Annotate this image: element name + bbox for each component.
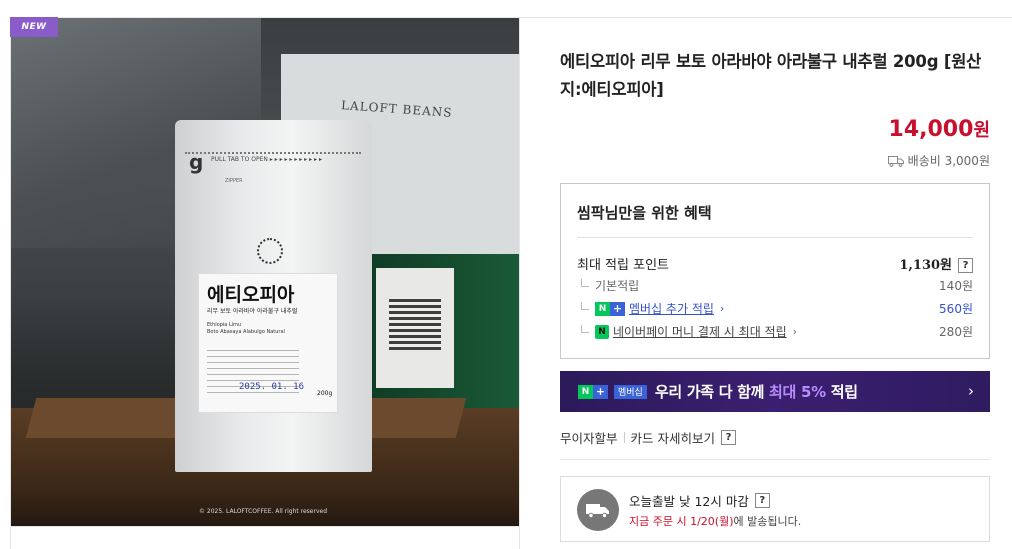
top-divider xyxy=(520,17,1012,18)
truck-icon xyxy=(887,155,904,167)
naver-n-icon: N xyxy=(595,301,610,316)
delivery-deadline-text: 오늘출발 낮 12시 마감 xyxy=(629,494,749,509)
points-label: 기본적립 xyxy=(595,279,640,293)
delivery-truck-icon xyxy=(577,489,619,531)
divider xyxy=(623,432,625,443)
points-row-npay[interactable]: N 네이버페이 머니 결제 시 최대 적립 › 280원 xyxy=(577,323,973,340)
help-button[interactable]: ? xyxy=(754,493,770,508)
naver-plus-membership-icon: N + xyxy=(578,384,608,399)
banner-text: 우리 가족 다 함께 최대 5% 적립 xyxy=(655,381,858,402)
help-button[interactable]: ? xyxy=(958,258,973,273)
label-en-line: Ethiopia Limu xyxy=(207,322,242,328)
sign-text: LALOFT BEANS xyxy=(340,98,453,120)
points-value: 140원 xyxy=(939,279,973,293)
delivery-box: 오늘출발 낮 12시 마감 ? 지금 주문 시 1/20(월)에 발송됩니다. xyxy=(560,476,990,542)
bag-zipper-text: ZIPPER xyxy=(225,178,243,184)
card-details-link[interactable]: 카드 자세히보기 xyxy=(631,428,715,447)
points-row-membership[interactable]: N + 멤버십 추가 적립 › 560원 xyxy=(577,300,973,317)
points-value: 280원 xyxy=(939,325,973,339)
bag-valve-icon xyxy=(257,238,283,264)
membership-link[interactable]: 멤버십 추가 적립 xyxy=(629,300,714,317)
qr-code-icon xyxy=(389,298,441,350)
photo-copyright: © 2025. LALOFTCOFFEE. All right reserved xyxy=(199,508,328,515)
product-image-panel: LALOFT BEANS g PULL TAB TO OPEN ▸ ▸ ▸ ▸ … xyxy=(10,17,520,549)
shipping-fee: 배송비 3,000원 xyxy=(560,152,990,169)
product-title: 에티오피아 리무 보토 아라바야 아라불구 내추럴 200g [원산지:에티오피… xyxy=(560,52,982,99)
divider xyxy=(560,459,990,460)
benefit-box: 씸팍님만을 위한 혜택 최대 적립 포인트 1,130원? 기본적립 140원 … xyxy=(560,183,990,359)
shipping-text: 배송비 3,000원 xyxy=(907,154,990,168)
max-points-label: 최대 적립 포인트 xyxy=(577,258,669,273)
installment-label: 무이자할부 xyxy=(560,431,618,446)
label-weight: 200g xyxy=(317,390,333,397)
banner-highlight: 최대 5% xyxy=(769,383,826,401)
price-row: 14,000원 xyxy=(560,116,990,142)
label-date: 2025. 01. 16 xyxy=(239,382,305,392)
membership-tag: 멤버십 xyxy=(614,384,647,399)
product-price: 14,000 xyxy=(888,117,974,142)
npay-link[interactable]: 네이버페이 머니 결제 시 최대 적립 xyxy=(613,323,787,340)
card-info-row: 무이자할부 카드 자세히보기 ? xyxy=(560,428,736,447)
delivery-deadline: 오늘출발 낮 12시 마감 ? xyxy=(629,491,770,510)
membership-banner[interactable]: N + 멤버십 우리 가족 다 함께 최대 5% 적립 › xyxy=(560,371,990,412)
delivery-date-text: 에 발송됩니다. xyxy=(733,515,802,528)
benefit-title: 씸팍님만을 위한 혜택 xyxy=(577,204,712,222)
bag-pull-text: PULL TAB TO OPEN ▸ ▸ ▸ ▸ ▸ ▸ ▸ ▸ ▸ ▸ ▸ xyxy=(211,156,322,163)
plus-icon: + xyxy=(610,301,625,316)
chevron-right-icon: › xyxy=(968,382,974,400)
points-row-basic: 기본적립 140원 xyxy=(577,277,973,294)
naver-pay-icon: N xyxy=(595,324,609,339)
tree-branch-icon xyxy=(581,278,589,287)
new-badge: NEW xyxy=(10,17,58,37)
max-points-row: 최대 적립 포인트 1,130원? xyxy=(577,254,973,273)
label-title: 에티오피아 xyxy=(207,284,295,306)
banner-text-part: 우리 가족 다 함께 xyxy=(654,383,770,401)
label-english: Ethiopia Limu Boto Abasaya Alabulgo Natu… xyxy=(207,322,285,336)
tree-branch-icon xyxy=(581,324,589,333)
divider xyxy=(577,237,973,238)
delivery-date: 지금 주문 시 1/20(월)에 발송됩니다. xyxy=(629,513,801,529)
label-en-line: Boto Abasaya Alabulgo Natural xyxy=(207,329,285,335)
tree-branch-icon xyxy=(581,301,589,310)
chevron-right-icon: › xyxy=(792,325,798,338)
naver-n-icon: N xyxy=(578,384,593,399)
plus-icon: + xyxy=(593,384,608,399)
naver-plus-membership-icon: N + xyxy=(595,301,625,316)
product-info: 에티오피아 리무 보토 아라바야 아라불구 내추럴 200g [원산지:에티오피… xyxy=(560,48,990,168)
max-points-value: 1,130원 xyxy=(899,258,952,273)
product-photo[interactable]: LALOFT BEANS g PULL TAB TO OPEN ▸ ▸ ▸ ▸ … xyxy=(11,18,519,526)
image-thumb-strip xyxy=(11,526,519,549)
price-unit: 원 xyxy=(973,120,990,141)
chevron-right-icon: › xyxy=(719,302,725,315)
label-subtitle: 리무 보토 아라바야 아라불구 내추럴 xyxy=(207,308,298,315)
banner-text-part: 적립 xyxy=(825,383,858,401)
bag-zip-line xyxy=(185,152,361,154)
points-value: 560원 xyxy=(939,302,973,316)
help-button[interactable]: ? xyxy=(721,430,736,445)
delivery-date-highlight: 지금 주문 시 1/20(월) xyxy=(629,515,734,528)
coffee-label: 에티오피아 리무 보토 아라바야 아라불구 내추럴 Ethiopia Limu … xyxy=(198,273,338,413)
